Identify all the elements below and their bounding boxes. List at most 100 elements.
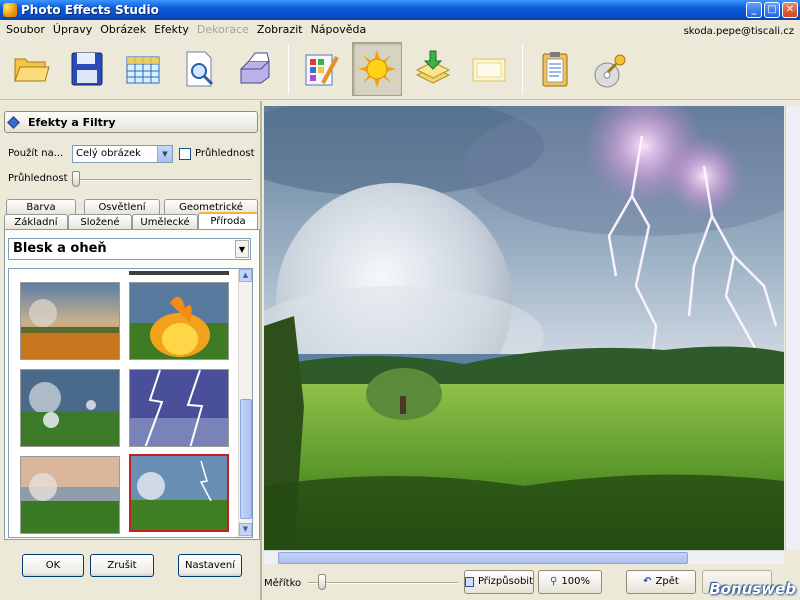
scrollbar-thumb[interactable]: [240, 399, 252, 519]
preview-button[interactable]: [174, 42, 224, 96]
menu-obrazek[interactable]: Obrázek: [96, 23, 150, 36]
effect-thumbnail[interactable]: [20, 282, 120, 360]
undo-button[interactable]: ↶ Zpět: [626, 570, 696, 594]
blank-frame-icon: [472, 58, 506, 82]
fit-icon: [465, 577, 474, 587]
menu-upravy[interactable]: Úpravy: [49, 23, 96, 36]
chevron-down-icon: ▼: [235, 240, 249, 258]
palette-button[interactable]: [296, 42, 346, 96]
apply-to-select[interactable]: Celý obrázek ▼: [72, 145, 173, 163]
save-button[interactable]: [62, 42, 112, 96]
gallery-scrollbar[interactable]: ▲ ▼: [238, 269, 252, 537]
effect-thumbnail[interactable]: [20, 369, 120, 447]
scroll-down-icon[interactable]: ▼: [239, 523, 252, 536]
sun-effects-icon: [358, 50, 396, 88]
fit-label: Přizpůsobit: [477, 576, 533, 587]
image-vertical-scrollbar[interactable]: [785, 106, 800, 550]
sunset-field-thumbnail: [21, 283, 119, 359]
zoom-100-button[interactable]: ⚲ 100%: [538, 570, 602, 594]
ok-button[interactable]: OK: [22, 554, 84, 577]
image-horizontal-scrollbar[interactable]: [264, 550, 784, 564]
tab-barva[interactable]: Barva: [6, 199, 76, 215]
layers-button[interactable]: [408, 42, 458, 96]
tab-zakladni[interactable]: Základní: [4, 214, 68, 230]
open-button[interactable]: [6, 42, 56, 96]
palette-pencil-icon: [305, 54, 339, 86]
effect-gallery: ▲ ▼: [8, 268, 253, 538]
tab-slozene[interactable]: Složené: [68, 214, 132, 230]
effect-select[interactable]: Blesk a oheň ▼: [8, 238, 251, 260]
cd-key-icon: [594, 54, 626, 88]
clipboard-icon: [542, 52, 568, 87]
tab-osvetleni[interactable]: Osvětlení: [84, 199, 160, 215]
printer-icon: [240, 52, 270, 84]
grid-button[interactable]: [118, 42, 168, 96]
save-floppy-icon: [71, 52, 103, 86]
lightning-field-thumbnail: [131, 456, 227, 530]
menu-dekorace: Dekorace: [196, 22, 249, 36]
tab-umelecke[interactable]: Umělecké: [132, 214, 198, 230]
register-button[interactable]: [586, 42, 636, 96]
effect-select-value: Blesk a oheň: [13, 241, 107, 256]
fire-field-thumbnail: [130, 283, 228, 359]
preview-document-icon: [186, 51, 214, 87]
chevron-down-icon: ▼: [157, 146, 172, 162]
landscape-lightning-image: [264, 106, 784, 550]
panel-header[interactable]: Efekty a Filtry: [4, 111, 258, 133]
status-bar: Měřítko Přizpůsobit ⚲ 100% ↶ Zpět Bonusw…: [264, 566, 800, 600]
opacity-slider-track[interactable]: [72, 179, 252, 181]
effect-thumbnail[interactable]: [129, 369, 229, 447]
menu-bar: Soubor Úpravy Obrázek Efekty Dekorace Zo…: [0, 20, 800, 38]
toolbar-separator: [522, 44, 523, 94]
toolbar: [0, 38, 800, 100]
zoom-label: 100%: [561, 576, 590, 587]
scroll-up-icon[interactable]: ▲: [239, 269, 252, 282]
fit-button[interactable]: Přizpůsobit: [464, 570, 534, 594]
close-button[interactable]: ✕: [782, 2, 798, 18]
effect-thumbnail-selected[interactable]: [129, 454, 229, 532]
zoom-slider-thumb[interactable]: [318, 574, 326, 590]
effects-button[interactable]: [352, 42, 402, 96]
apply-to-label: Použít na...: [8, 148, 64, 159]
title-bar: Photo Effects Studio _ □ ✕: [0, 0, 800, 20]
effect-thumbnail[interactable]: [20, 456, 120, 534]
zoom-slider-track[interactable]: [308, 582, 458, 584]
thumbnail-partial: [129, 271, 229, 275]
effect-thumbnail[interactable]: [129, 282, 229, 360]
clipboard-button[interactable]: [530, 42, 580, 96]
maximize-button[interactable]: □: [764, 2, 780, 18]
layers-import-icon: [415, 50, 451, 84]
lightning-storm-thumbnail: [130, 370, 228, 446]
settings-button[interactable]: Nastavení: [178, 554, 242, 577]
tab-priroda[interactable]: Příroda: [198, 212, 258, 229]
opacity-checkbox[interactable]: [179, 148, 191, 160]
apply-to-value: Celý obrázek: [76, 148, 141, 159]
menu-efekty[interactable]: Efekty: [150, 23, 193, 36]
undo-arrow-icon: ↶: [643, 576, 652, 587]
opacity-checkbox-label: Průhlednost: [195, 148, 255, 159]
undo-label: Zpět: [655, 576, 679, 587]
cancel-button[interactable]: Zrušit: [90, 554, 154, 577]
watermark-logo: Bonusweb: [709, 580, 796, 598]
user-email: skoda.pepe@tiscali.cz: [683, 26, 794, 37]
menu-soubor[interactable]: Soubor: [2, 23, 49, 36]
sparkle-field-thumbnail: [21, 370, 119, 446]
open-folder-icon: [14, 58, 50, 82]
scrollbar-thumb[interactable]: [278, 552, 688, 564]
toolbar-separator: [288, 44, 289, 94]
print-button[interactable]: [230, 42, 280, 96]
opacity-slider-label: Průhlednost: [8, 173, 68, 184]
grid-icon: [126, 56, 160, 84]
app-icon: [3, 3, 17, 17]
image-canvas[interactable]: [264, 106, 784, 550]
minimize-button[interactable]: _: [746, 2, 762, 18]
opacity-slider-thumb[interactable]: [72, 171, 80, 187]
frame-button[interactable]: [464, 42, 514, 96]
menu-zobrazit[interactable]: Zobrazit: [253, 23, 307, 36]
collapse-arrow-icon: [7, 115, 20, 129]
scale-label: Měřítko: [264, 578, 302, 589]
menu-napoveda[interactable]: Nápověda: [307, 23, 371, 36]
magnifier-icon: ⚲: [550, 576, 558, 587]
dusk-field-thumbnail: [21, 457, 119, 533]
panel-title: Efekty a Filtry: [28, 115, 116, 129]
